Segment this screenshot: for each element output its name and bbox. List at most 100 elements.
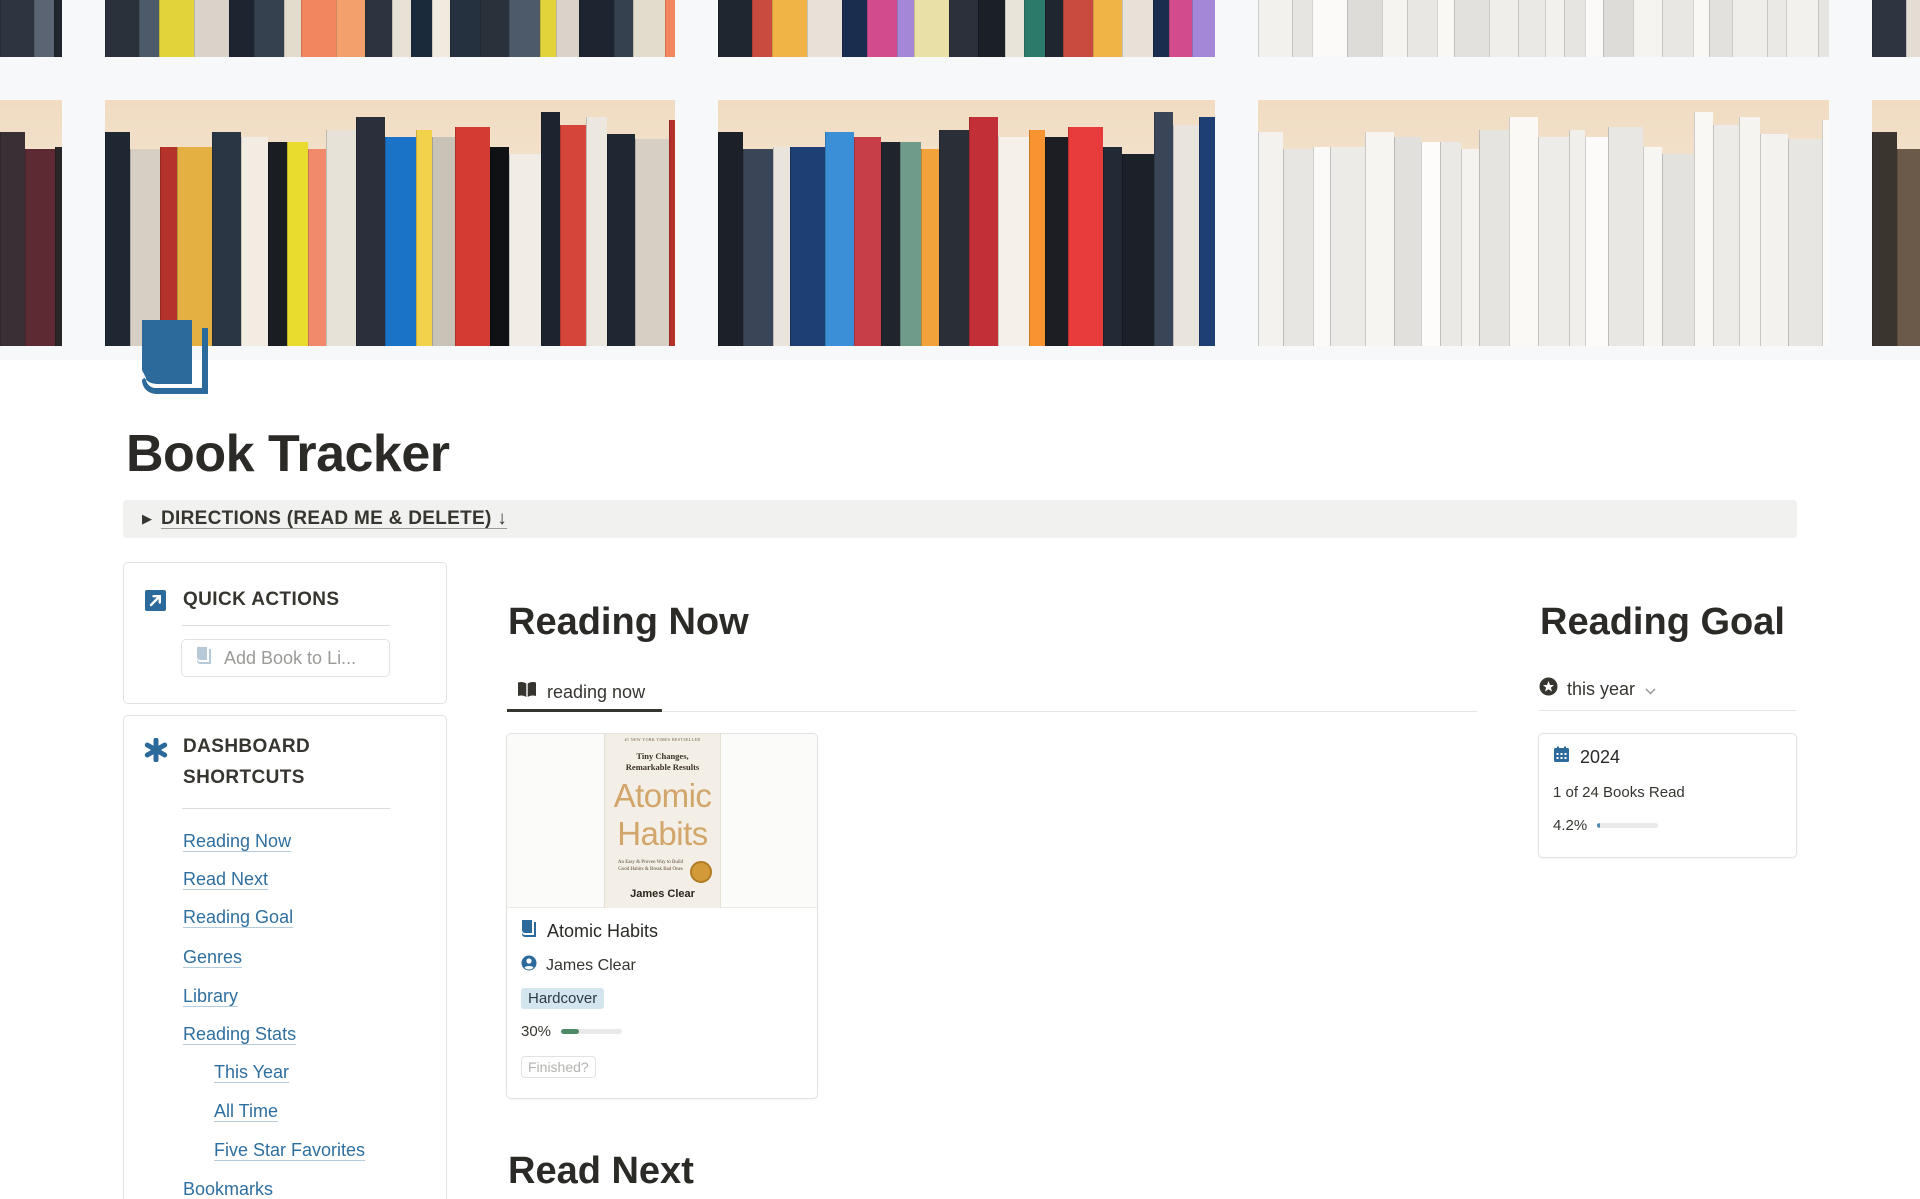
add-book-button[interactable]: Add Book to Li... bbox=[181, 639, 390, 677]
card-format-row: Hardcover bbox=[521, 988, 605, 1009]
book-spine bbox=[284, 0, 301, 57]
card-author-row: James Clear bbox=[521, 955, 636, 976]
chevron-down-icon[interactable] bbox=[1645, 679, 1656, 700]
book-spine bbox=[356, 117, 385, 346]
book-spine bbox=[1122, 0, 1153, 57]
book-spine bbox=[540, 0, 556, 57]
book-spine bbox=[1872, 0, 1906, 57]
shortcut-bookmarks[interactable]: Bookmarks bbox=[183, 1179, 273, 1199]
book-spine bbox=[633, 0, 665, 57]
book-spine bbox=[1394, 136, 1421, 346]
finished-button[interactable]: Finished? bbox=[521, 1056, 596, 1078]
shortcut-reading-goal[interactable]: Reading Goal bbox=[183, 907, 293, 928]
bookshelf-panel bbox=[0, 100, 62, 346]
book-spine bbox=[854, 136, 881, 346]
book-spine bbox=[978, 0, 1005, 57]
book-spine bbox=[159, 0, 194, 57]
book-spine bbox=[1461, 149, 1479, 346]
book-spine bbox=[541, 112, 560, 346]
shortcut-read-next[interactable]: Read Next bbox=[183, 869, 268, 890]
book-spine bbox=[1788, 139, 1822, 346]
goal-view-filter[interactable]: this year bbox=[1539, 674, 1656, 704]
shortcut-reading-now[interactable]: Reading Now bbox=[183, 831, 291, 852]
book-spine bbox=[900, 141, 921, 346]
add-book-button-label[interactable]: Add Book to Li... bbox=[224, 648, 356, 669]
card-cover-area: #1 NEW YORK TIMES BESTSELLER Tiny Change… bbox=[507, 734, 817, 908]
card-title-row: Atomic Habits bbox=[521, 919, 658, 943]
directions-toggle-label[interactable]: DIRECTIONS (READ ME & DELETE) ↓ bbox=[161, 508, 507, 530]
shortcut-reading-stats[interactable]: Reading Stats bbox=[183, 1024, 296, 1045]
tab-reading-now[interactable]: reading now bbox=[507, 672, 655, 712]
directions-toggle[interactable]: ▶ DIRECTIONS (READ ME & DELETE) ↓ bbox=[123, 500, 1797, 538]
book-spine bbox=[1662, 0, 1693, 57]
cover-author: James Clear bbox=[630, 888, 695, 900]
book-spine bbox=[718, 0, 752, 57]
bookshelf-panel bbox=[105, 0, 675, 57]
toggle-triangle-icon[interactable]: ▶ bbox=[133, 511, 161, 527]
goal-year[interactable]: 2024 bbox=[1580, 747, 1620, 768]
bookshelf-panel bbox=[1872, 100, 1920, 346]
tab-label[interactable]: reading now bbox=[547, 682, 645, 703]
book-spine bbox=[1093, 0, 1122, 57]
book-spine bbox=[1068, 127, 1103, 346]
cover-title-line: Atomic bbox=[613, 777, 712, 814]
book-spine bbox=[1739, 117, 1760, 346]
asterisk-icon bbox=[144, 737, 168, 763]
book-spine bbox=[1045, 136, 1068, 346]
book-spine bbox=[1045, 0, 1063, 57]
book-spine bbox=[1767, 0, 1786, 57]
format-tag: Hardcover bbox=[521, 988, 605, 1009]
quick-actions-callout: QUICK ACTIONS Add Book to Li... bbox=[123, 562, 447, 704]
cover-subtitle: Tiny Changes, Remarkable Results bbox=[605, 751, 720, 773]
book-spine bbox=[194, 0, 229, 57]
bookshelf-panel bbox=[105, 100, 675, 346]
book-spine bbox=[1643, 146, 1662, 346]
book-spine bbox=[139, 0, 159, 57]
cover-title-line: Habits bbox=[617, 815, 708, 852]
book-spine bbox=[579, 0, 614, 57]
book-spine bbox=[1169, 0, 1192, 57]
read-next-heading: Read Next bbox=[508, 1150, 694, 1192]
bookshelf-panel bbox=[1258, 0, 1829, 57]
shortcut-five-star-favorites[interactable]: Five Star Favorites bbox=[214, 1140, 365, 1161]
book-spine bbox=[842, 0, 867, 57]
book-spine bbox=[1313, 146, 1330, 346]
cover-seal-icon bbox=[690, 861, 712, 883]
book-spine bbox=[509, 0, 540, 57]
book-spine bbox=[718, 131, 743, 346]
bookshelf-panel bbox=[718, 100, 1215, 346]
book-spine bbox=[432, 0, 450, 57]
book-spine bbox=[635, 139, 669, 346]
book-spine bbox=[897, 0, 914, 57]
book-spine bbox=[177, 146, 212, 346]
goal-filter-label[interactable]: this year bbox=[1567, 679, 1635, 700]
book-page-icon[interactable] bbox=[140, 318, 214, 396]
shortcut-all-time[interactable]: All Time bbox=[214, 1101, 278, 1122]
book-spine bbox=[385, 136, 416, 346]
book-spine bbox=[480, 0, 509, 57]
book-card[interactable]: #1 NEW YORK TIMES BESTSELLER Tiny Change… bbox=[506, 733, 818, 1099]
book-spine bbox=[556, 0, 579, 57]
shortcut-genres[interactable]: Genres bbox=[183, 947, 242, 968]
book-spine bbox=[1103, 146, 1122, 346]
goal-view-divider bbox=[1539, 710, 1796, 711]
book-spine bbox=[254, 0, 284, 57]
person-circle-icon bbox=[521, 955, 537, 976]
book-spine bbox=[914, 0, 949, 57]
shortcut-library[interactable]: Library bbox=[183, 986, 238, 1007]
shortcut-this-year[interactable]: This Year bbox=[214, 1062, 289, 1083]
title-line: DASHBOARD bbox=[183, 736, 311, 757]
book-spine bbox=[614, 0, 633, 57]
cover-subtitle-line: Tiny Changes, bbox=[636, 751, 689, 761]
book-spine bbox=[1330, 146, 1365, 346]
book-spine bbox=[1713, 124, 1739, 346]
book-title[interactable]: Atomic Habits bbox=[547, 921, 658, 942]
book-spine bbox=[241, 136, 268, 346]
book-spine bbox=[1760, 134, 1788, 346]
reading-goal-card[interactable]: 2024 1 of 24 Books Read 4.2% bbox=[1538, 733, 1797, 858]
book-spine bbox=[54, 0, 62, 57]
book-spine bbox=[790, 146, 825, 346]
book-spine bbox=[921, 149, 939, 346]
book-spine bbox=[1199, 117, 1215, 346]
book-spine bbox=[998, 136, 1029, 346]
